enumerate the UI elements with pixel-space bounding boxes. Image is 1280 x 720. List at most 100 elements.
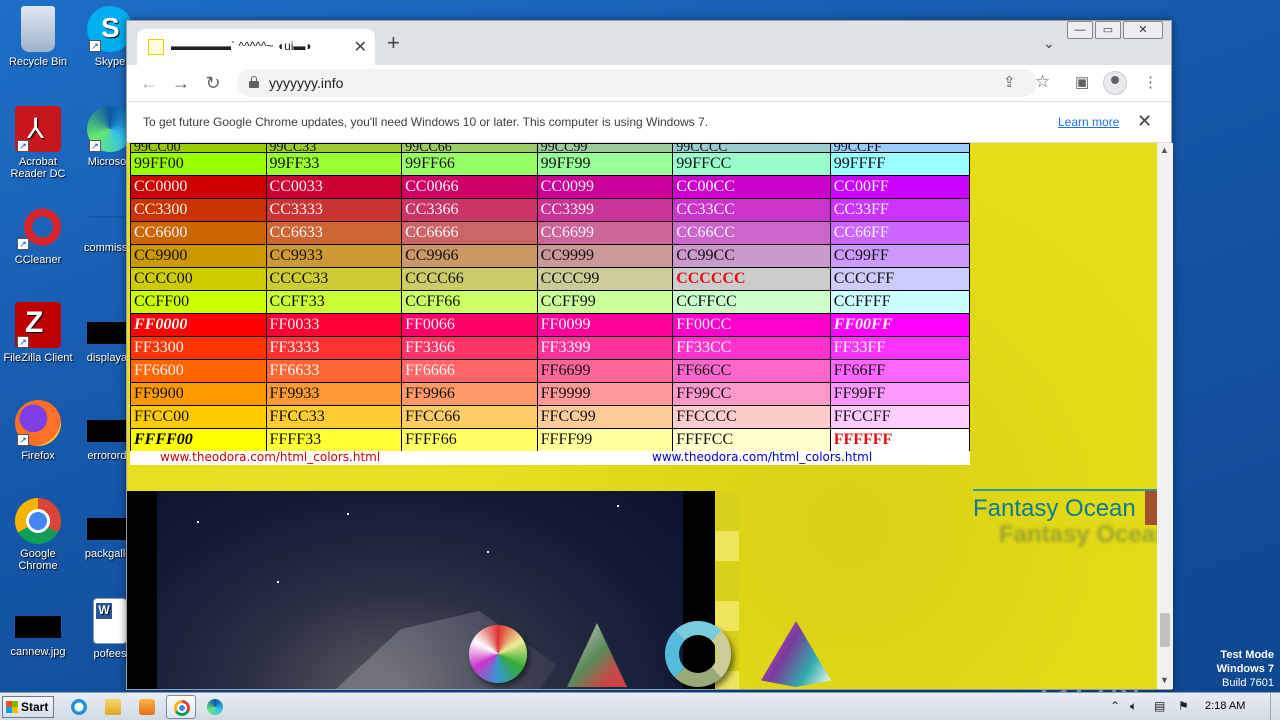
scroll-thumb[interactable] — [1160, 613, 1170, 647]
color-cell: FF0099 — [536, 313, 674, 337]
tab-close-icon[interactable]: ✕ — [354, 37, 367, 57]
google-chrome-icon[interactable]: Google Chrome — [0, 498, 76, 572]
color-cell: 99CC99 — [536, 143, 674, 153]
color-cell: CCCC00 — [130, 267, 267, 291]
back-arrow-icon[interactable]: ← — [137, 71, 161, 95]
acrobat-reader-icon[interactable]: ⅄ ↗ Acrobat Reader DC — [0, 106, 76, 180]
close-window-button[interactable]: ✕ — [1123, 21, 1163, 39]
tray-expand-icon[interactable]: ⌃ — [1110, 699, 1120, 713]
color-cell: CC66FF — [829, 221, 971, 245]
minimize-button[interactable]: — — [1067, 21, 1093, 39]
favicon-icon — [148, 39, 164, 55]
cannew-jpg-icon[interactable]: cannew.jpg — [0, 604, 76, 658]
theodora-link-right[interactable]: www.theodora.com/html_colors.html — [652, 450, 872, 464]
system-clock[interactable]: 2:18 AM — [1205, 700, 1245, 712]
learn-more-link[interactable]: Learn more — [1058, 115, 1119, 129]
address-bar[interactable]: yyyyyyy.info ⇪ ☆ — [237, 69, 1050, 97]
color-cell: CC33CC — [672, 198, 831, 222]
image-file-icon — [15, 616, 61, 638]
color-cell: FF99CC — [672, 382, 831, 406]
color-cell: FF6600 — [130, 359, 267, 383]
color-cell: FF66CC — [672, 359, 831, 383]
taskbar-ie-icon[interactable] — [64, 695, 94, 719]
color-cell: CC3333 — [265, 198, 403, 222]
scroll-up-icon[interactable]: ▲ — [1160, 145, 1169, 155]
color-cell: CC3399 — [536, 198, 674, 222]
color-table: 99CC00 99CC33 99CC66 99CC99 99CCCC 99CCFF 99FF… — [130, 143, 971, 452]
sphere-gem-icon[interactable] — [469, 625, 527, 683]
forward-arrow-icon[interactable]: → — [169, 71, 193, 95]
taskbar-explorer-icon[interactable] — [98, 695, 128, 719]
bookmark-star-icon[interactable]: ☆ — [1035, 72, 1050, 92]
color-cell: CCFFCC — [672, 290, 831, 314]
taskbar-edge-icon[interactable] — [200, 695, 230, 719]
banner-edge — [1145, 491, 1157, 525]
share-icon[interactable]: ⇪ — [1003, 73, 1016, 91]
color-cell: FF3399 — [536, 336, 674, 360]
color-cell: FF33CC — [672, 336, 831, 360]
desktop-icon-label: Google Chrome — [18, 548, 58, 572]
color-cell: CC6666 — [401, 221, 538, 245]
show-desktop-button[interactable] — [1270, 693, 1280, 720]
color-cell: FF6699 — [536, 359, 674, 383]
color-cell: FFFFCC — [672, 428, 831, 452]
action-center-flag-icon[interactable]: ⚑ — [1178, 699, 1189, 713]
shortcut-arrow-icon: ↗ — [17, 434, 29, 446]
reload-icon[interactable]: ↻ — [201, 71, 225, 95]
volume-icon[interactable]: 🔈︎ — [1130, 699, 1137, 714]
side-panel-icon[interactable]: ▣ — [1075, 73, 1089, 91]
fantasy-ocean-shadow: Fantasy Ocean — [999, 521, 1157, 548]
window-controls: — ▭ ✕ — [1067, 21, 1163, 39]
ccleaner-icon[interactable]: ↗ CCleaner — [0, 204, 76, 266]
scroll-down-icon[interactable]: ▼ — [1160, 675, 1169, 685]
shortcut-arrow-icon: ↗ — [89, 40, 101, 52]
color-cell: CCCC33 — [265, 267, 403, 291]
star — [347, 513, 349, 515]
shortcut-arrow-icon: ↗ — [89, 140, 101, 152]
new-tab-button[interactable]: + — [387, 32, 400, 54]
taskbar-media-player-icon[interactable] — [132, 695, 162, 719]
url-text[interactable]: yyyyyyy.info — [269, 75, 343, 91]
color-cell: 99CCCC — [672, 143, 831, 153]
color-cell: FF3300 — [130, 336, 267, 360]
recycle-bin-icon[interactable]: Recycle Bin — [0, 6, 76, 68]
shortcut-arrow-icon: ↗ — [17, 140, 29, 152]
desktop-icon-label: Recycle Bin — [8, 56, 68, 68]
color-cell: CC9999 — [536, 244, 674, 268]
menu-kebab-icon[interactable]: ⋮ — [1143, 73, 1158, 91]
firefox-icon[interactable]: ↗ Firefox — [0, 400, 76, 462]
color-row: CC9900 CC9933 CC9966 CC9999 CC99CC CC99FF — [130, 244, 971, 268]
color-cell: CC0066 — [401, 175, 538, 199]
active-tab[interactable]: ▬▬▬▬▬` ^^^^^~ ◖ui▬◗ ✕ — [137, 29, 375, 65]
start-button[interactable]: Start — [2, 696, 54, 718]
tab-search-chevron-icon[interactable]: ⌄ — [1043, 35, 1055, 52]
color-cell: CCCCCC — [672, 267, 831, 291]
color-cell: CC9966 — [401, 244, 538, 268]
infobar-close-icon[interactable]: ✕ — [1137, 111, 1152, 132]
color-cell: CC9900 — [130, 244, 267, 268]
color-cell: FFCC33 — [265, 405, 403, 429]
network-icon[interactable]: ▤ — [1154, 699, 1165, 713]
shortcut-arrow-icon: ↗ — [17, 238, 29, 250]
color-row: FFFF00 FFFF33 FFFF66 FFFF99 FFFFCC FFFFFF — [130, 428, 971, 452]
color-row: 99FF00 99FF33 99FF66 99FF99 99FFCC 99FFFF — [130, 152, 971, 176]
theodora-link-left[interactable]: www.theodora.com/html_colors.html — [160, 450, 380, 464]
build-line: Build 7601 — [1222, 677, 1274, 689]
ring-gem-icon[interactable] — [665, 621, 731, 687]
color-cell: CC99CC — [672, 244, 831, 268]
profile-avatar-icon[interactable] — [1103, 71, 1127, 95]
star — [277, 581, 279, 583]
color-cell: CC66CC — [672, 221, 831, 245]
infobar-message: To get future Google Chrome updates, you… — [143, 115, 709, 129]
taskbar-chrome-icon[interactable] — [166, 695, 196, 719]
desktop-icon-label: Acrobat Reader DC — [10, 156, 66, 180]
color-cell: CC00FF — [829, 175, 971, 199]
color-cell: 99FF33 — [265, 152, 403, 176]
acrobat-icon: ⅄ ↗ — [15, 106, 61, 152]
page-scrollbar[interactable]: ▲ ▼ — [1157, 143, 1173, 689]
color-cell: 99CC66 — [401, 143, 538, 153]
color-row: CC3300 CC3333 CC3366 CC3399 CC33CC CC33FF — [130, 198, 971, 222]
color-cell: CC3300 — [130, 198, 267, 222]
filezilla-icon[interactable]: Z ↗ FileZilla Client — [0, 302, 76, 364]
maximize-button[interactable]: ▭ — [1095, 21, 1121, 39]
